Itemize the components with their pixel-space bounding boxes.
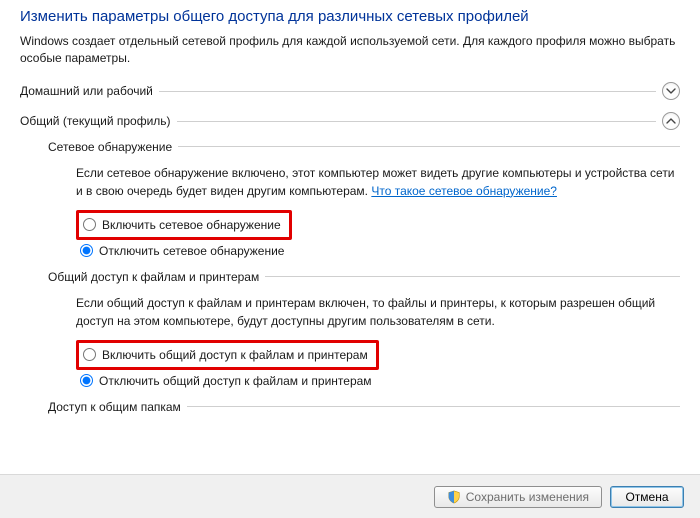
discovery-title: Сетевое обнаружение xyxy=(48,140,172,154)
rule xyxy=(159,91,656,92)
fileshare-desc: Если общий доступ к файлам и принтерам в… xyxy=(76,294,680,330)
rule xyxy=(177,121,656,122)
radio-discovery-on-label: Включить сетевое обнаружение xyxy=(102,216,281,234)
radio-fileshare-off[interactable]: Отключить общий доступ к файлам и принте… xyxy=(76,372,680,390)
cancel-button[interactable]: Отмена xyxy=(610,486,684,508)
subsection-public-folders: Доступ к общим папкам xyxy=(48,400,680,414)
shield-icon xyxy=(447,490,461,504)
radio-fileshare-off-input[interactable] xyxy=(80,374,93,387)
radio-discovery-on[interactable]: Включить сетевое обнаружение xyxy=(79,216,285,234)
cancel-button-label: Отмена xyxy=(625,490,668,504)
fileshare-title: Общий доступ к файлам и принтерам xyxy=(48,270,259,284)
rule xyxy=(265,276,680,277)
page-title: Изменить параметры общего доступа для ра… xyxy=(20,8,680,25)
chevron-down-icon[interactable] xyxy=(662,82,680,100)
save-button[interactable]: Сохранить изменения xyxy=(434,486,602,508)
highlight-discovery-on: Включить сетевое обнаружение xyxy=(76,210,292,240)
discovery-desc: Если сетевое обнаружение включено, этот … xyxy=(76,164,680,200)
section-public-label: Общий (текущий профиль) xyxy=(20,114,171,128)
save-button-label: Сохранить изменения xyxy=(466,490,589,504)
subsection-file-sharing: Общий доступ к файлам и принтерам Если о… xyxy=(48,270,680,390)
chevron-up-icon[interactable] xyxy=(662,112,680,130)
section-home-label: Домашний или рабочий xyxy=(20,84,153,98)
radio-discovery-off[interactable]: Отключить сетевое обнаружение xyxy=(76,242,680,260)
publicfolders-title: Доступ к общим папкам xyxy=(48,400,181,414)
footer-bar: Сохранить изменения Отмена xyxy=(0,474,700,518)
radio-discovery-off-label: Отключить сетевое обнаружение xyxy=(99,242,284,260)
radio-fileshare-on-input[interactable] xyxy=(83,348,96,361)
radio-discovery-on-input[interactable] xyxy=(83,218,96,231)
highlight-fileshare-on: Включить общий доступ к файлам и принтер… xyxy=(76,340,379,370)
radio-discovery-off-input[interactable] xyxy=(80,244,93,257)
intro-text: Windows создает отдельный сетевой профил… xyxy=(20,33,680,68)
subsection-network-discovery: Сетевое обнаружение Если сетевое обнаруж… xyxy=(48,140,680,260)
section-home-header[interactable]: Домашний или рабочий xyxy=(20,82,680,100)
rule xyxy=(178,146,680,147)
radio-fileshare-on[interactable]: Включить общий доступ к файлам и принтер… xyxy=(79,346,372,364)
section-public-header[interactable]: Общий (текущий профиль) xyxy=(20,112,680,130)
radio-fileshare-off-label: Отключить общий доступ к файлам и принте… xyxy=(99,372,372,390)
radio-fileshare-on-label: Включить общий доступ к файлам и принтер… xyxy=(102,346,368,364)
discovery-help-link[interactable]: Что такое сетевое обнаружение? xyxy=(371,184,557,198)
rule xyxy=(187,406,680,407)
